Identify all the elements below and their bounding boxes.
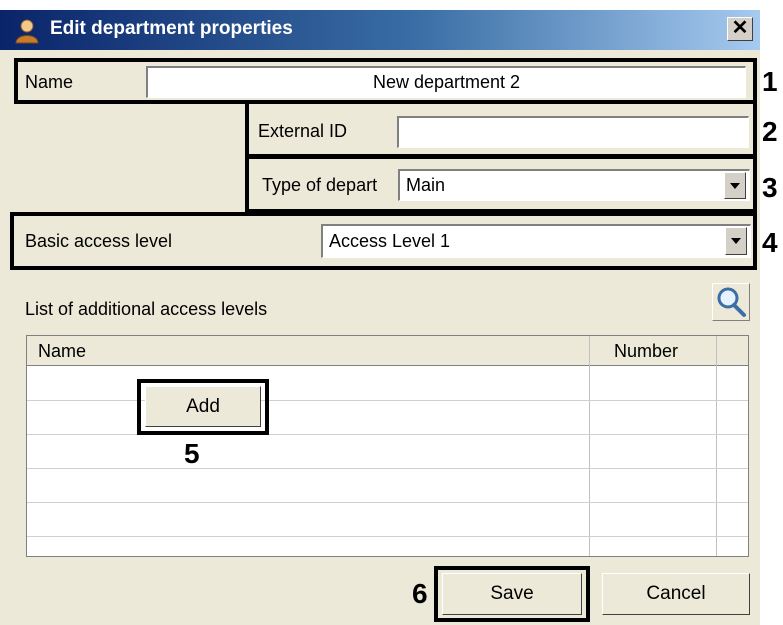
row-divider [27,536,748,537]
callout-1: 1 [762,66,778,97]
row-divider [27,502,748,503]
type-value: Main [406,175,446,195]
column-header-name[interactable]: Name [38,341,86,362]
user-icon [15,19,39,44]
save-button-label: Save [490,583,534,604]
callout-4: 4 [762,227,778,258]
row-divider [27,468,748,469]
cancel-button-label: Cancel [646,583,706,604]
column-divider [716,336,717,556]
name-value: New department 2 [372,72,521,92]
magnifier-icon [717,287,746,317]
name-field[interactable]: New department 2 [146,66,746,98]
column-header-number[interactable]: Number [614,341,678,362]
close-icon: ✕ [731,17,749,39]
type-dropdown-button[interactable] [724,172,746,199]
access-select[interactable]: Access Level 1 [321,224,751,258]
chevron-down-icon [730,182,740,189]
callout-6: 6 [412,578,428,609]
row-divider [27,400,748,401]
access-levels-table[interactable] [26,335,749,557]
access-value: Access Level 1 [329,231,451,251]
external-id-field[interactable] [397,116,749,148]
type-select[interactable]: Main [398,169,750,201]
dialog-title: Edit department properties [50,18,293,39]
callout-2: 2 [762,116,778,147]
list-title: List of additional access levels [25,299,268,319]
callout-5: 5 [184,438,200,469]
search-button[interactable] [712,283,750,321]
add-button[interactable]: Add [145,386,261,427]
save-button[interactable]: Save [442,573,582,615]
external-id-label: External ID [258,121,348,141]
close-button[interactable]: ✕ [727,17,753,41]
access-dropdown-button[interactable] [725,227,747,255]
add-button-label: Add [186,396,220,417]
access-label: Basic access level [25,231,173,251]
chevron-down-icon [731,238,741,244]
callout-3: 3 [762,172,778,203]
name-label: Name [25,72,74,92]
cancel-button[interactable]: Cancel [602,573,750,615]
column-divider [589,336,590,556]
row-divider [27,434,748,435]
type-label: Type of depart [262,175,378,195]
